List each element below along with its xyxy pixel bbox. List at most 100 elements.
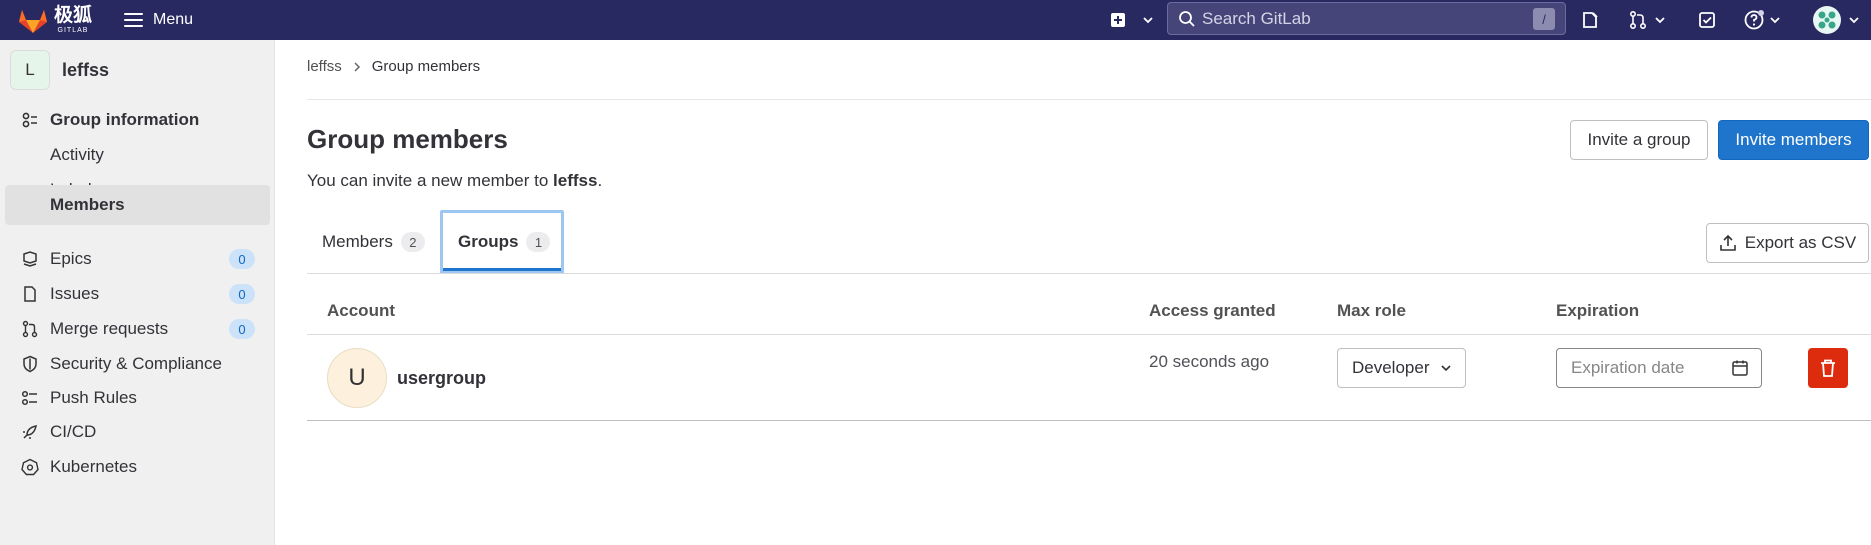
table-header-divider [307, 334, 1871, 335]
sidebar-item-label: Members [50, 195, 125, 214]
page-subtitle: You can invite a new member to leffss. [307, 171, 602, 191]
sidebar-item-label: CI/CD [50, 422, 97, 441]
tab-count-badge: 2 [400, 232, 425, 252]
chevron-down-icon [1770, 17, 1780, 24]
avatar[interactable]: U [327, 348, 387, 408]
search-shortcut-hint: / [1533, 8, 1555, 30]
plus-square-icon [1111, 13, 1125, 27]
help-dropdown-button[interactable] [1743, 0, 1781, 40]
sidebar-item-label: Security & Compliance [50, 354, 222, 373]
sidebar-context-header[interactable]: L leffss [10, 50, 109, 90]
merge-requests-nav-button[interactable] [1628, 0, 1666, 40]
column-header-max-role: Max role [1337, 301, 1406, 320]
merge-request-icon [1629, 10, 1647, 30]
expiration-date-input[interactable]: Expiration date [1556, 348, 1762, 388]
sidebar-item-group-information[interactable]: Group information [5, 100, 270, 140]
top-navbar: 极狐 GITLAB Menu Search GitLab / [0, 0, 1871, 40]
subtitle-suffix: . [597, 171, 603, 190]
subtitle-group-name: leffss [553, 171, 598, 190]
upload-icon [1719, 234, 1736, 251]
group-info-icon [20, 110, 40, 130]
issues-icon [1583, 12, 1598, 28]
epic-icon [20, 249, 40, 269]
sidebar-item-label: Epics [50, 249, 92, 268]
page-title: Group members [307, 124, 508, 154]
chevron-down-icon [1655, 17, 1665, 24]
user-avatar [1813, 6, 1841, 34]
sidebar-item-label: Issues [50, 284, 100, 303]
export-csv-label: Export as CSV [1744, 233, 1857, 252]
group-name: leffss [62, 59, 110, 80]
calendar-icon[interactable] [1731, 359, 1749, 377]
chevron-down-icon [1143, 17, 1153, 24]
max-role-dropdown[interactable]: Developer [1337, 348, 1466, 388]
sidebar-item-kubernetes[interactable]: Kubernetes [5, 447, 270, 487]
user-menu-button[interactable] [1812, 0, 1860, 40]
column-header-access-granted[interactable]: Access granted [1149, 301, 1276, 321]
sidebar-item-label: Push Rules [50, 388, 137, 407]
breadcrumb-current[interactable]: Group members [372, 58, 480, 75]
new-dropdown-button[interactable] [1110, 0, 1154, 40]
hamburger-icon [124, 13, 143, 27]
export-csv-button[interactable]: Export as CSV [1706, 223, 1869, 263]
invite-group-button[interactable]: Invite a group [1570, 120, 1708, 160]
sidebar-item-ci-cd[interactable]: CI/CD [5, 412, 270, 452]
breadcrumb: leffss Group members [307, 58, 480, 75]
remove-group-button[interactable] [1808, 348, 1848, 388]
invite-members-button[interactable]: Invite members [1718, 120, 1869, 160]
tab-members[interactable]: Members 2 [322, 210, 425, 274]
sidebar-item-merge-requests[interactable]: Merge requests 0 [5, 309, 270, 349]
merge-request-icon [20, 319, 40, 339]
brand-name-en: GITLAB [57, 27, 89, 34]
group-name-link[interactable]: usergroup [397, 368, 486, 389]
column-header-expiration: Expiration [1556, 301, 1640, 320]
count-badge: 0 [229, 319, 255, 339]
help-icon [1744, 10, 1764, 30]
push-rules-icon [20, 388, 40, 408]
issues-icon [20, 284, 40, 304]
count-badge: 0 [229, 284, 255, 304]
column-header-account[interactable]: Account [327, 301, 395, 321]
table-row-divider [307, 420, 1871, 421]
chevron-right-icon [354, 61, 360, 72]
count-badge: 0 [229, 249, 255, 269]
menu-button[interactable]: Menu [124, 4, 193, 36]
issues-nav-button[interactable] [1580, 0, 1600, 40]
kubernetes-icon [20, 457, 40, 477]
todo-check-icon [1699, 12, 1715, 28]
menu-label: Menu [153, 11, 194, 28]
sidebar-item-label: Kubernetes [50, 457, 137, 476]
tab-groups[interactable]: Groups 1 [440, 210, 564, 274]
tab-label: Groups [458, 232, 519, 251]
access-granted-time: 20 seconds ago [1149, 352, 1270, 371]
shield-icon [20, 354, 40, 374]
divider [307, 99, 1871, 100]
search-placeholder: Search GitLab [1202, 8, 1311, 28]
tabs-divider [307, 273, 1871, 274]
trash-icon [1821, 359, 1835, 377]
rocket-icon [20, 422, 40, 442]
chevron-down-icon [1441, 365, 1451, 372]
todos-nav-button[interactable] [1697, 0, 1717, 40]
gitlab-logo[interactable]: 极狐 GITLAB [18, 0, 92, 40]
subtitle-text: You can invite a new member to [307, 171, 554, 190]
group-avatar: L [10, 50, 50, 90]
chevron-down-icon [1849, 17, 1859, 24]
search-input[interactable]: Search GitLab / [1167, 2, 1566, 35]
expiration-placeholder: Expiration date [1571, 358, 1685, 377]
sidebar-item-epics[interactable]: Epics 0 [5, 239, 270, 279]
sidebar-item-members[interactable]: Members [5, 185, 270, 225]
sidebar-item-label: Group information [50, 110, 200, 129]
tanuki-logo-icon [19, 10, 47, 33]
tab-label: Members [322, 232, 393, 251]
max-role-value: Developer [1352, 358, 1430, 377]
sidebar-item-label: Merge requests [50, 319, 169, 338]
brand-name-cn: 极狐 [54, 5, 93, 26]
search-icon [1179, 10, 1195, 27]
tab-count-badge: 1 [526, 232, 551, 252]
sidebar-item-activity[interactable]: Activity [5, 135, 270, 175]
sidebar: L leffss Group information Activity Labe… [0, 40, 275, 545]
breadcrumb-parent-link[interactable]: leffss [307, 58, 342, 75]
sidebar-item-issues[interactable]: Issues 0 [5, 274, 270, 314]
sidebar-item-label: Activity [50, 145, 104, 164]
